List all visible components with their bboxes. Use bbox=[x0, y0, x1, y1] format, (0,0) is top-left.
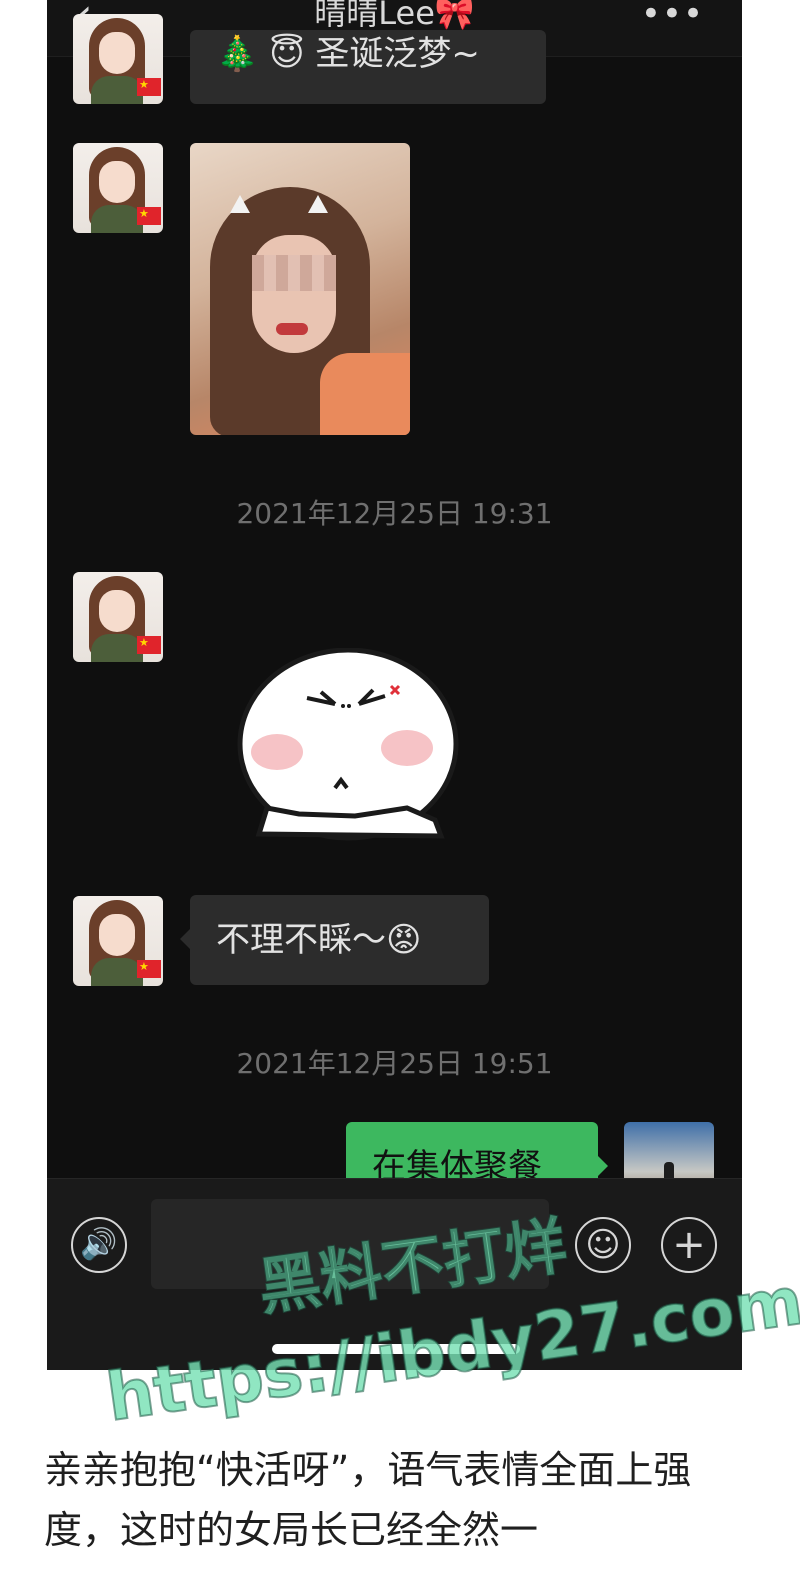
message-text: 🎄 😇 圣诞泛梦~ bbox=[216, 34, 480, 74]
more-options-icon[interactable]: ••• bbox=[641, 0, 704, 34]
emoji-icon[interactable]: ☺ bbox=[575, 1217, 631, 1273]
plus-icon[interactable]: + bbox=[661, 1217, 717, 1273]
photo-message[interactable] bbox=[190, 143, 410, 435]
sticker-message[interactable] bbox=[235, 648, 461, 844]
message-timestamp: 2021年12月25日 19:51 bbox=[236, 1047, 553, 1080]
article-paragraph: 亲亲抱抱“快活呀”，语气表情全面上强度，这时的女局长已经全然一 bbox=[44, 1448, 692, 1552]
contact-avatar[interactable]: ★ bbox=[73, 143, 163, 233]
contact-avatar[interactable]: ★ bbox=[73, 572, 163, 662]
message-bubble[interactable]: 🎄 😇 圣诞泛梦~ bbox=[190, 30, 546, 104]
chat-screen: ‹ 晴晴Lee🎀 ••• ★ 🎄 😇 圣诞泛梦~ ★ 2021年12月25日 1… bbox=[47, 0, 742, 1370]
voice-input-icon[interactable]: 🔊 bbox=[71, 1217, 127, 1273]
angry-face-icon: 😡 bbox=[386, 920, 422, 960]
message-bubble[interactable]: 不理不睬～😡 bbox=[180, 895, 489, 985]
message-timestamp: 2021年12月25日 19:31 bbox=[236, 497, 553, 530]
contact-avatar[interactable]: ★ bbox=[73, 14, 163, 104]
message-text: 不理不睬～ bbox=[216, 920, 386, 960]
blurred-face-mosaic bbox=[252, 255, 336, 291]
contact-avatar[interactable]: ★ bbox=[73, 896, 163, 986]
